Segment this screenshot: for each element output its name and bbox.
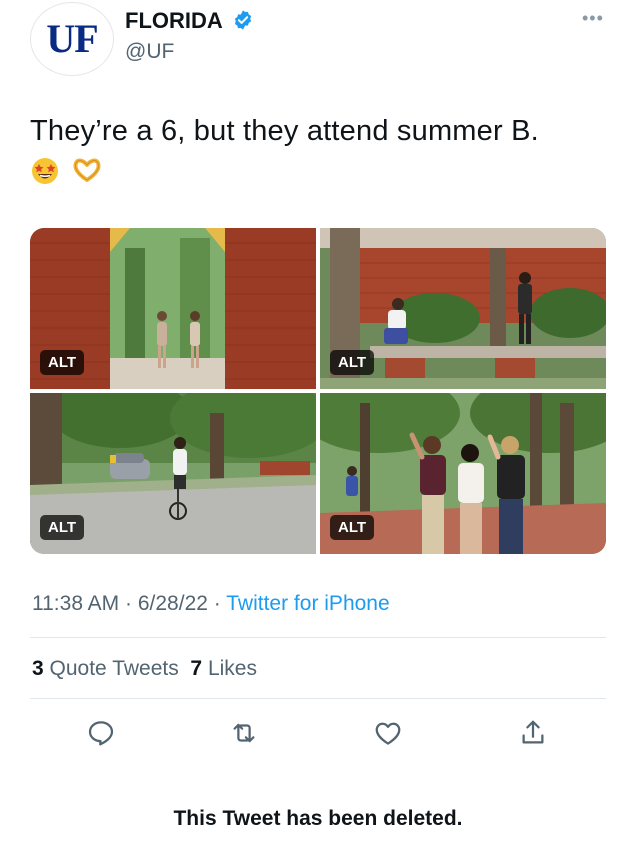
tweet-time: 11:38 AM <box>32 592 120 615</box>
photo-1[interactable]: ALT <box>30 228 316 389</box>
emoji-row <box>30 156 110 186</box>
more-options-icon[interactable]: ••• <box>582 8 604 29</box>
photo-4[interactable]: ALT <box>320 393 606 554</box>
avatar[interactable]: UF <box>30 2 114 76</box>
tweet-date: 6/28/22 <box>137 592 208 615</box>
alt-badge[interactable]: ALT <box>40 350 85 375</box>
deleted-notice: This Tweet has been deleted. <box>173 807 463 830</box>
tweet-meta: 11:38 AM · 6/28/22 · Twitter for iPhone <box>32 592 390 616</box>
like-label: Likes <box>207 657 257 680</box>
quote-tweets-link[interactable]: 3 Quote Tweets <box>32 657 179 680</box>
divider <box>30 637 606 638</box>
likes-link[interactable]: 7 Likes <box>190 657 257 680</box>
avatar-logo-text: UF <box>46 16 98 61</box>
alt-badge[interactable]: ALT <box>40 515 85 540</box>
quote-label: Quote Tweets <box>49 657 179 680</box>
media-grid: ALT ALT ALT ALT <box>30 228 606 554</box>
quote-count: 3 <box>32 657 44 680</box>
display-name[interactable]: FLORIDA <box>125 8 223 34</box>
alt-badge[interactable]: ALT <box>330 350 375 375</box>
verified-badge-icon <box>234 10 252 30</box>
share-icon[interactable] <box>518 718 548 748</box>
tweet-stats: 3 Quote Tweets 7 Likes <box>32 657 257 681</box>
like-count: 7 <box>190 657 203 680</box>
tweet-source-link[interactable]: Twitter for iPhone <box>226 592 389 615</box>
reply-icon[interactable] <box>86 718 116 748</box>
star-struck-face-icon <box>32 158 58 184</box>
tweet-text: They’re a 6, but they attend summer B. <box>30 115 539 147</box>
handle[interactable]: @UF <box>125 40 174 64</box>
retweet-icon[interactable] <box>229 718 259 748</box>
divider <box>30 698 606 699</box>
photo-2[interactable]: ALT <box>320 228 606 389</box>
alt-badge[interactable]: ALT <box>330 515 375 540</box>
meta-separator: · <box>125 592 133 615</box>
meta-separator: · <box>213 592 221 615</box>
photo-3[interactable]: ALT <box>30 393 316 554</box>
heart-hands-icon <box>73 158 101 182</box>
like-icon[interactable] <box>373 718 403 748</box>
